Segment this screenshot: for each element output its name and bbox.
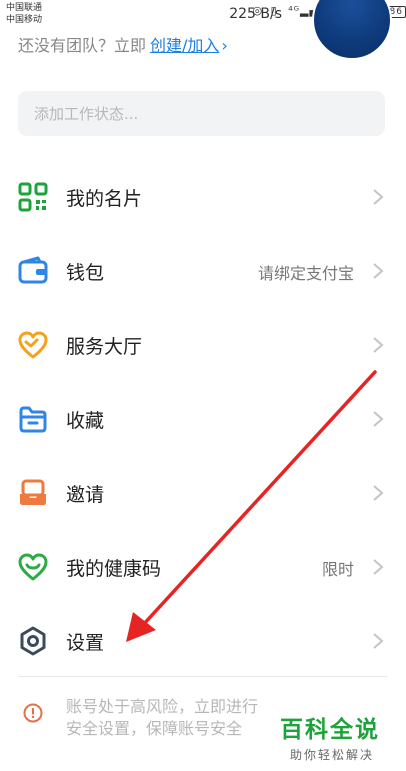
health-code-limited-badge: 限时 [321,560,354,579]
security-notice-line-2: 安全设置，保障账号安全 [66,719,243,738]
chevron-right-icon [373,189,384,205]
heart-handshake-icon [18,331,48,359]
chevron-right-icon [373,263,384,279]
menu-label-settings: 设置 [66,632,105,654]
team-prompt: 还没有团队？立即 创建/加入 › [18,32,228,56]
chevron-right-icon [373,337,384,353]
carrier-name-1: 中国联通 [6,3,43,13]
vibrate-icon: ▯ [270,4,278,17]
avatar[interactable] [312,0,392,60]
wallet-bind-alipay-hint: 请绑定支付宝 [257,264,354,283]
security-notice-text: 账号处于高风险，立即进行 安全设置，保障账号安全 [66,696,296,740]
chevron-right-icon [373,559,384,575]
watermark: 百科全说 助你轻松解决 [280,710,380,763]
watermark-title: 百科全说 [280,717,380,743]
menu-item-health-code[interactable]: 我的健康码 限时 [0,536,406,596]
menu-item-favorites[interactable]: 收藏 [0,388,406,448]
menu-label-invite: 邀请 [66,484,105,506]
menu-item-settings[interactable]: 设置 [0,610,406,670]
inbox-icon [20,479,46,505]
menu-label-service-hall: 服务大厅 [66,336,143,358]
menu-item-service-hall[interactable]: 服务大厅 [0,314,406,374]
menu-item-wallet[interactable]: 钱包 请绑定支付宝 [0,240,406,300]
menu-item-business-card[interactable]: 我的名片 [0,166,406,226]
wallet-icon [18,256,48,284]
warning-icon [23,703,43,723]
chevron-right-icon [373,633,384,649]
team-prompt-text: 还没有团队？立即 [18,36,147,55]
section-divider [18,676,388,677]
hotspot-icon: ◎ [252,4,264,17]
menu-label-business-card: 我的名片 [66,188,143,210]
security-notice-line-1: 账号处于高风险，立即进行 [66,697,259,716]
health-heart-icon [18,553,48,581]
signal-label-1: ⁴ᴳ [288,4,300,17]
menu-label-favorites: 收藏 [66,410,105,432]
chevron-right-icon [373,485,384,501]
work-status-input[interactable] [18,91,385,136]
gear-icon [20,626,46,656]
watermark-subtitle: 助你轻松解决 [290,748,375,762]
chevron-right-icon: › [221,36,228,55]
folder-icon [19,406,47,433]
create-join-team-link[interactable]: 创建/加入 [150,36,219,55]
carrier-name-2: 中国移动 [6,15,43,25]
menu-item-invite[interactable]: 邀请 [0,462,406,522]
menu-label-wallet: 钱包 [66,262,105,284]
qr-code-icon [18,182,48,212]
menu-label-health-code: 我的健康码 [66,558,162,580]
chevron-right-icon [373,411,384,427]
